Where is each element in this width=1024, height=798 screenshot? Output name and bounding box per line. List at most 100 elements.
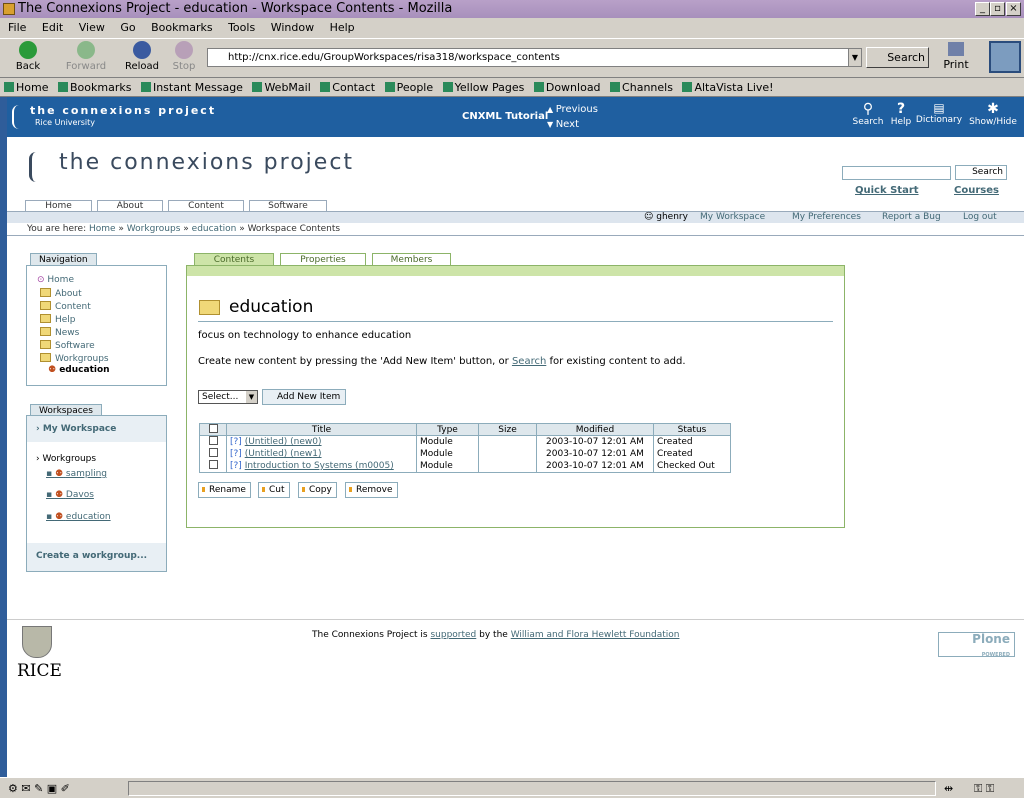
url-input[interactable]: http://cnx.rice.edu/GroupWorkspaces/risa… <box>207 48 862 67</box>
site-logo[interactable]: the connexions project <box>25 148 385 188</box>
select-all-checkbox[interactable] <box>199 423 227 436</box>
bookmark-people[interactable]: People <box>384 81 433 94</box>
cnx-search-tool[interactable]: ⚲ Search <box>852 101 884 127</box>
row-checkbox[interactable] <box>199 435 227 448</box>
add-new-item-button[interactable]: Add New Item <box>262 389 346 405</box>
remove-button[interactable]: Remove <box>345 482 398 498</box>
previous-link[interactable]: ▲ Previous <box>547 104 598 115</box>
menu-view[interactable]: View <box>79 21 105 34</box>
nav-home[interactable]: ⊙ Home <box>37 275 74 285</box>
add-item-type-select[interactable]: Select... ▼ <box>198 390 258 404</box>
url-dropdown-icon[interactable]: ▼ <box>848 49 861 66</box>
forward-button[interactable]: Forward <box>64 41 108 72</box>
nav-about[interactable]: About <box>40 288 82 299</box>
cut-button[interactable]: Cut <box>258 482 290 498</box>
cnx-header-bar: the connexions project Rice University C… <box>7 97 1024 137</box>
breadcrumb-home[interactable]: Home <box>89 224 116 234</box>
quick-start-link[interactable]: Quick Start <box>855 185 919 196</box>
reload-icon <box>133 41 151 59</box>
breadcrumb-education[interactable]: education <box>192 224 237 234</box>
row-title[interactable]: [?] (Untitled) (new0) <box>226 435 417 448</box>
bookmark-contact[interactable]: Contact <box>320 81 375 94</box>
workgroup-education-link[interactable]: ▪ ⚉ education <box>46 512 111 522</box>
reload-button[interactable]: Reload <box>124 41 160 72</box>
cnx-showhide-tool[interactable]: ✱ Show/Hide <box>967 101 1019 127</box>
title-divider <box>198 321 833 322</box>
maximize-button[interactable]: ▫ <box>990 2 1005 16</box>
my-workspace-link[interactable]: My Workspace <box>700 212 765 222</box>
row-checkbox[interactable] <box>199 448 227 460</box>
status-text-area <box>128 781 936 796</box>
cnx-help-tool[interactable]: ? Help <box>887 101 915 127</box>
rename-button[interactable]: Rename <box>198 482 251 498</box>
window-titlebar: The Connexions Project - education - Wor… <box>0 0 1024 18</box>
nav-workgroups[interactable]: Workgroups <box>40 353 109 364</box>
site-search-input[interactable] <box>842 166 951 180</box>
close-button[interactable]: × <box>1006 2 1021 16</box>
nav-content[interactable]: Content <box>40 301 91 312</box>
status-bar-icons[interactable]: ⚙ ✉ ✎ ▣ ✐ <box>8 782 70 795</box>
rice-logo[interactable]: RICE <box>17 661 62 681</box>
bookmark-altavista[interactable]: AltaVista Live! <box>682 81 774 94</box>
bookmark-channels[interactable]: Channels <box>610 81 673 94</box>
column-size[interactable]: Size <box>478 423 537 436</box>
bookmark-instant-message[interactable]: Instant Message <box>140 81 243 94</box>
user-name[interactable]: ☺ ghenry <box>644 212 688 222</box>
courses-link[interactable]: Courses <box>954 185 999 196</box>
bookmarks-toolbar: Home Bookmarks Instant Message WebMail C… <box>0 78 1024 97</box>
sidebar-strip[interactable] <box>0 97 7 777</box>
menu-go[interactable]: Go <box>120 21 135 34</box>
menu-help[interactable]: Help <box>330 21 355 34</box>
site-search-button[interactable]: Search <box>955 165 1007 180</box>
bookmark-bookmarks[interactable]: Bookmarks <box>57 81 131 94</box>
magnifier-icon: ⚲ <box>862 101 874 117</box>
workgroup-sampling-link[interactable]: ▪ ⚉ sampling <box>46 469 107 479</box>
nav-education[interactable]: ⚉ education <box>48 365 110 375</box>
copy-button[interactable]: Copy <box>298 482 337 498</box>
menu-bar: File Edit View Go Bookmarks Tools Window… <box>0 18 1024 38</box>
bookmark-home[interactable]: Home <box>4 81 48 94</box>
menu-file[interactable]: File <box>8 21 26 34</box>
column-type[interactable]: Type <box>416 423 479 436</box>
bookmark-download[interactable]: Download <box>533 81 601 94</box>
menu-edit[interactable]: Edit <box>42 21 63 34</box>
connection-icon: ⇹ <box>944 782 954 795</box>
minimize-button[interactable]: _ <box>975 2 990 16</box>
nav-software[interactable]: Software <box>40 340 95 351</box>
report-bug-link[interactable]: Report a Bug <box>882 212 941 222</box>
supported-link[interactable]: supported <box>430 630 476 640</box>
group-icon: ⚉ <box>54 469 64 479</box>
print-button[interactable]: Print <box>936 42 976 71</box>
column-modified[interactable]: Modified <box>536 423 654 436</box>
column-status[interactable]: Status <box>653 423 731 436</box>
plone-powered-badge[interactable]: Plone POWERED <box>938 632 1015 658</box>
cnx-dictionary-tool[interactable]: ▤ Dictionary <box>915 101 963 125</box>
row-checkbox[interactable] <box>199 460 227 473</box>
bookmark-webmail[interactable]: WebMail <box>252 81 311 94</box>
log-out-link[interactable]: Log out <box>963 212 997 222</box>
next-link[interactable]: ▼ Next <box>547 119 579 130</box>
my-preferences-link[interactable]: My Preferences <box>792 212 861 222</box>
create-workgroup-link[interactable]: Create a workgroup... <box>36 551 147 561</box>
stop-button[interactable]: Stop <box>166 41 202 72</box>
nav-news[interactable]: News <box>40 327 79 338</box>
mozilla-throbber-icon[interactable] <box>989 41 1021 73</box>
menu-tools[interactable]: Tools <box>228 21 255 34</box>
instructions-search-link[interactable]: Search <box>512 356 546 367</box>
nav-help[interactable]: Help <box>40 314 76 325</box>
toolbar-search-button[interactable]: Search <box>866 47 929 68</box>
menu-bookmarks[interactable]: Bookmarks <box>151 21 212 34</box>
hewlett-foundation-link[interactable]: William and Flora Hewlett Foundation <box>511 630 680 640</box>
folder-icon <box>40 353 51 362</box>
column-title[interactable]: Title <box>226 423 417 436</box>
my-workspace-portlet-link[interactable]: › My Workspace <box>36 424 116 434</box>
workgroup-davos-link[interactable]: ▪ ⚉ Davos <box>46 490 94 500</box>
contents-table: Title Type Size Modified Status [?] (Unt… <box>199 423 731 473</box>
breadcrumb-workgroups[interactable]: Workgroups <box>127 224 181 234</box>
row-title[interactable]: [?] (Untitled) (new1) <box>226 448 417 460</box>
row-title[interactable]: [?] Introduction to Systems (m0005) <box>226 460 417 473</box>
menu-window[interactable]: Window <box>271 21 314 34</box>
row-modified: 2003-10-07 12:01 AM <box>536 460 654 473</box>
back-button[interactable]: Back <box>10 41 46 72</box>
bookmark-yellow-pages[interactable]: Yellow Pages <box>442 81 524 94</box>
